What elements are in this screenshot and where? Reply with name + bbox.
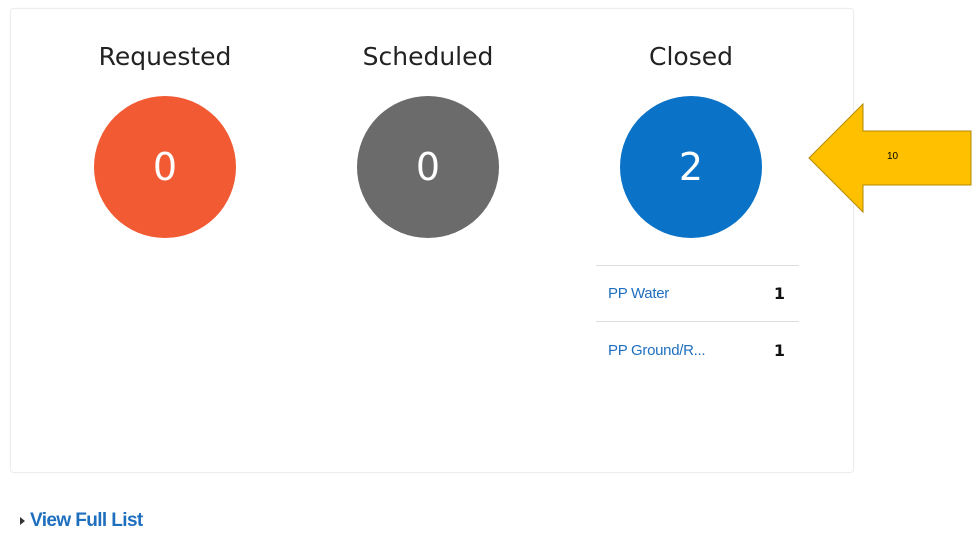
annotation-label: 10 xyxy=(887,151,899,162)
closed-breakdown-list: PP Water 1 PP Ground/R... 1 xyxy=(596,265,799,378)
status-count-requested: 0 xyxy=(152,145,178,189)
view-full-list-label: View Full List xyxy=(30,510,143,531)
list-item: PP Water 1 xyxy=(596,266,799,322)
status-count-scheduled: 0 xyxy=(415,145,441,189)
breakdown-count: 1 xyxy=(773,284,785,303)
breakdown-link-pp-ground[interactable]: PP Ground/R... xyxy=(608,342,706,359)
page: Requested 0 Scheduled 0 Closed 2 PP Wate… xyxy=(0,0,972,536)
status-circle-closed[interactable]: 2 xyxy=(620,96,762,238)
status-title-requested: Requested xyxy=(98,42,232,71)
status-count-closed: 2 xyxy=(678,145,704,189)
status-title-closed: Closed xyxy=(649,42,733,71)
status-circle-scheduled[interactable]: 0 xyxy=(357,96,499,238)
status-title-scheduled: Scheduled xyxy=(362,42,494,71)
status-summary-card: Requested 0 Scheduled 0 Closed 2 PP Wate… xyxy=(10,8,854,473)
view-full-list-link[interactable]: View Full List xyxy=(20,510,143,532)
status-circle-requested[interactable]: 0 xyxy=(94,96,236,238)
breakdown-count: 1 xyxy=(773,340,785,360)
list-item: PP Ground/R... 1 xyxy=(596,322,799,378)
breakdown-link-pp-water[interactable]: PP Water xyxy=(608,285,669,302)
caret-right-icon xyxy=(20,517,25,525)
